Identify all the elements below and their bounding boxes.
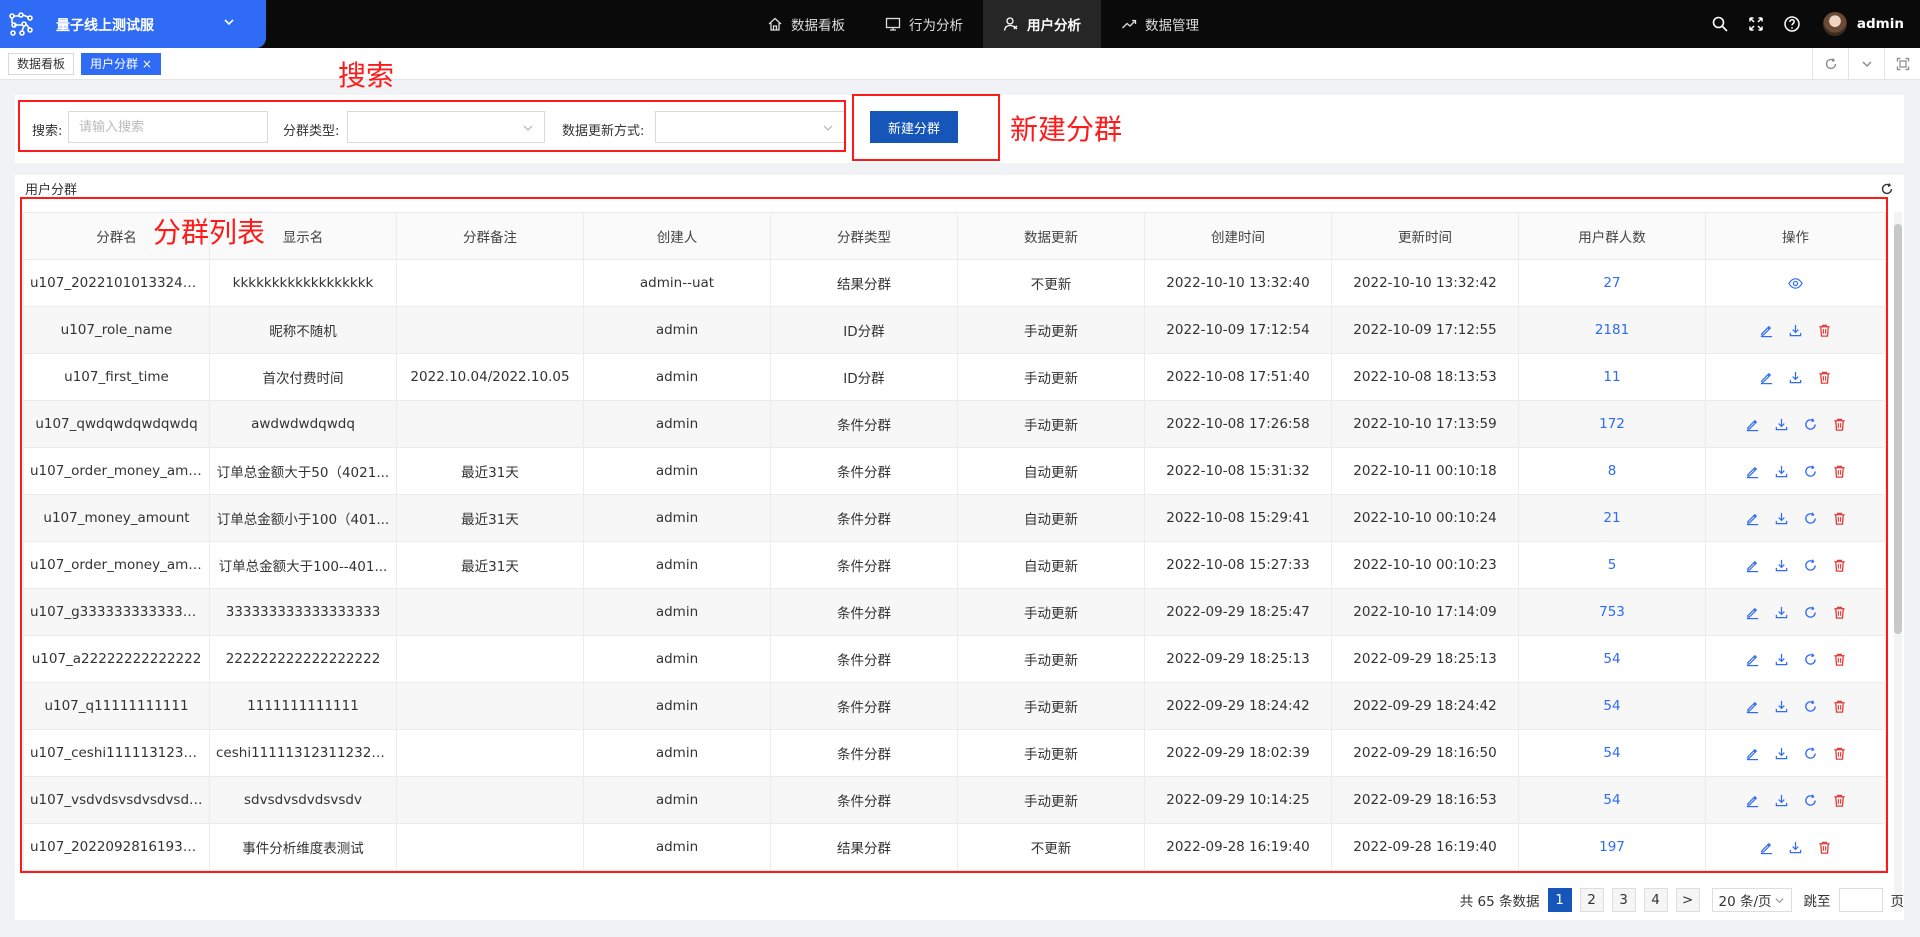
annotation-list-text: 分群列表	[153, 216, 266, 249]
card-title: 用户分群	[25, 183, 78, 198]
maximize-icon	[1896, 57, 1909, 71]
refresh-icon	[1825, 58, 1836, 70]
annotation-search-text: 搜索	[338, 59, 395, 92]
annotation-list-box	[20, 197, 1888, 873]
project-name: 量子线上测试服	[56, 18, 154, 34]
user-icon	[1003, 17, 1018, 31]
nav-item-label: 行为分析	[909, 18, 963, 34]
annotation-search-box	[18, 100, 846, 152]
annotation-new-group-text: 新建分群	[1010, 113, 1123, 146]
total-count: 共 65 条数据	[1459, 894, 1540, 910]
page-size-value: 20 条/页	[1718, 894, 1772, 910]
page-button-2[interactable]: 2	[1579, 888, 1604, 912]
logo-icon	[9, 12, 33, 36]
top-navbar: 量子线上测试服 数据看板 行为分析 用户分析 数据管理 admin	[0, 0, 1920, 48]
goto-label: 跳至	[1803, 894, 1831, 910]
tab-menu-button[interactable]	[1848, 48, 1884, 80]
tab-dashboard[interactable]: 数据看板	[8, 53, 75, 75]
annotation-new-group-box	[852, 94, 1000, 161]
username[interactable]: admin	[1857, 16, 1904, 32]
refresh-tab-button[interactable]	[1812, 48, 1848, 80]
chevron-down-icon	[1862, 61, 1871, 67]
fullscreen-icon[interactable]	[1747, 15, 1765, 33]
nav-item-dashboard[interactable]: 数据看板	[747, 0, 865, 48]
goto-page-input[interactable]	[1838, 888, 1883, 912]
monitor-icon	[885, 17, 901, 31]
page-tabs: 数据看板 用户分群 ×	[0, 48, 1920, 80]
search-icon[interactable]	[1711, 15, 1729, 33]
tab-label: 用户分群	[90, 57, 139, 71]
next-page-button[interactable]: >	[1675, 888, 1700, 912]
project-switcher[interactable]: 量子线上测试服	[0, 0, 266, 48]
trend-icon	[1122, 19, 1137, 29]
page-button-1[interactable]: 1	[1547, 888, 1572, 912]
tab-user-groups[interactable]: 用户分群 ×	[81, 53, 161, 75]
refresh-icon[interactable]	[1880, 182, 1894, 196]
help-icon[interactable]	[1783, 15, 1801, 33]
main-nav: 数据看板 行为分析 用户分析 数据管理	[747, 0, 1219, 48]
home-icon	[768, 17, 782, 31]
nav-item-user-analysis[interactable]: 用户分析	[983, 0, 1101, 48]
nav-item-data-management[interactable]: 数据管理	[1101, 0, 1219, 48]
nav-item-label: 用户分析	[1027, 18, 1081, 34]
pagination: 共 65 条数据 1 2 3 4 > 20 条/页 跳至 页	[1460, 888, 1904, 912]
scrollbar-thumb[interactable]	[1894, 224, 1902, 634]
close-icon[interactable]: ×	[142, 57, 152, 71]
top-toolbar: admin	[1693, 0, 1904, 48]
page-button-3[interactable]: 3	[1611, 888, 1636, 912]
maximize-button[interactable]	[1884, 48, 1920, 80]
nav-item-behavior[interactable]: 行为分析	[865, 0, 983, 48]
avatar[interactable]	[1822, 12, 1847, 36]
chevron-down-icon	[224, 19, 234, 26]
nav-item-label: 数据管理	[1145, 18, 1199, 34]
tab-tools	[1812, 48, 1920, 80]
chevron-down-icon	[1774, 898, 1784, 904]
page-suffix: 页	[1890, 894, 1905, 910]
table-scrollbar[interactable]	[1894, 212, 1902, 912]
nav-item-label: 数据看板	[791, 18, 845, 34]
tab-label: 数据看板	[17, 57, 66, 71]
page-button-4[interactable]: 4	[1643, 888, 1668, 912]
page-size-select[interactable]: 20 条/页	[1711, 888, 1792, 912]
